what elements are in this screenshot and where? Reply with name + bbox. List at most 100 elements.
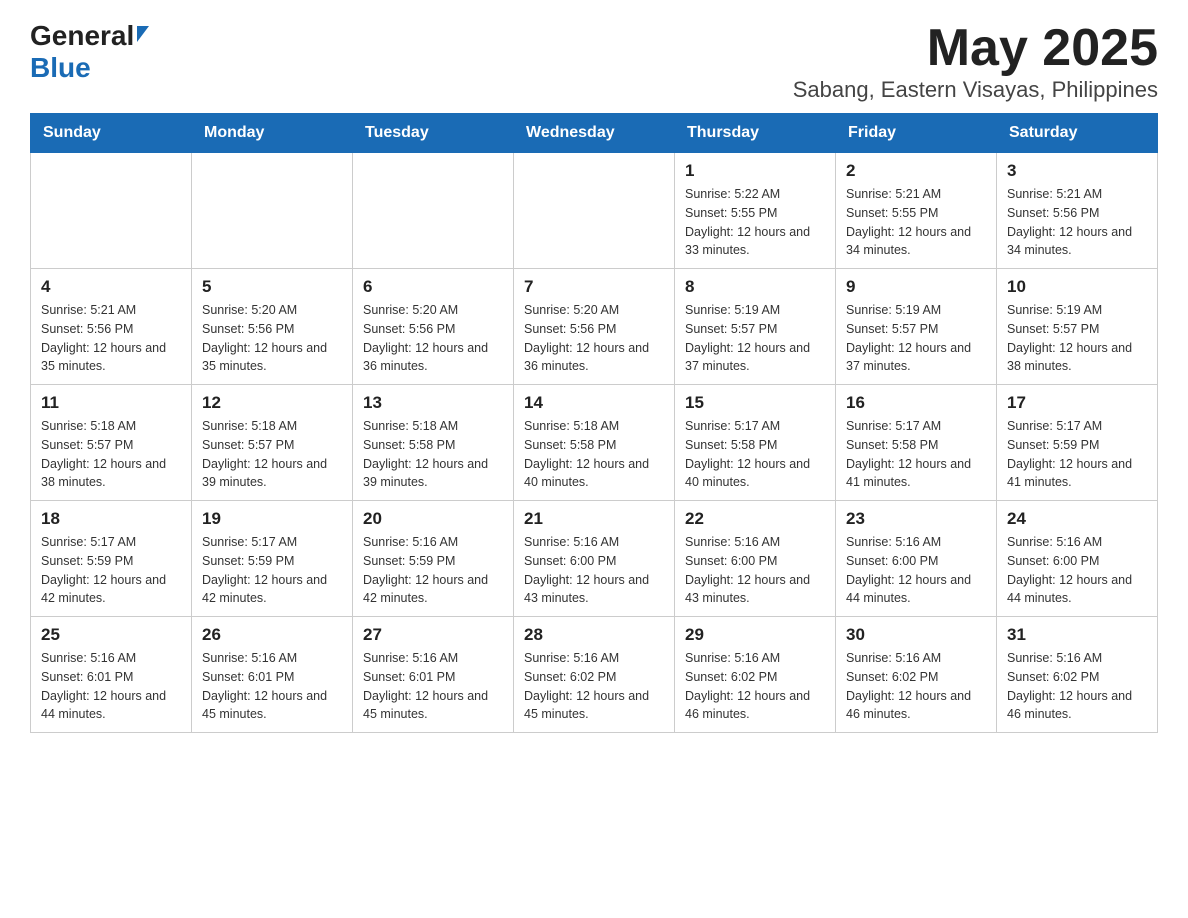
cell-day-number: 20	[363, 509, 503, 529]
cell-day-number: 2	[846, 161, 986, 181]
cell-sun-info: Sunrise: 5:21 AMSunset: 5:55 PMDaylight:…	[846, 185, 986, 260]
cell-day-number: 11	[41, 393, 181, 413]
table-row: 23 Sunrise: 5:16 AMSunset: 6:00 PMDayligh…	[836, 501, 997, 617]
cell-sun-info: Sunrise: 5:17 AMSunset: 5:58 PMDaylight:…	[846, 417, 986, 492]
logo-triangle-icon	[137, 26, 149, 42]
cell-day-number: 31	[1007, 625, 1147, 645]
cell-sun-info: Sunrise: 5:18 AMSunset: 5:57 PMDaylight:…	[202, 417, 342, 492]
table-row	[31, 153, 192, 269]
col-wednesday: Wednesday	[514, 114, 675, 153]
cell-sun-info: Sunrise: 5:16 AMSunset: 6:01 PMDaylight:…	[41, 649, 181, 724]
cell-sun-info: Sunrise: 5:16 AMSunset: 6:02 PMDaylight:…	[524, 649, 664, 724]
cell-sun-info: Sunrise: 5:20 AMSunset: 5:56 PMDaylight:…	[524, 301, 664, 376]
cell-day-number: 16	[846, 393, 986, 413]
cell-sun-info: Sunrise: 5:16 AMSunset: 6:00 PMDaylight:…	[685, 533, 825, 608]
table-row: 8 Sunrise: 5:19 AMSunset: 5:57 PMDaylight…	[675, 269, 836, 385]
calendar-week-row: 18 Sunrise: 5:17 AMSunset: 5:59 PMDayligh…	[31, 501, 1158, 617]
cell-day-number: 30	[846, 625, 986, 645]
page-header: General Blue May 2025 Sabang, Eastern Vi…	[30, 20, 1158, 103]
cell-day-number: 18	[41, 509, 181, 529]
cell-sun-info: Sunrise: 5:16 AMSunset: 6:00 PMDaylight:…	[846, 533, 986, 608]
cell-sun-info: Sunrise: 5:16 AMSunset: 6:02 PMDaylight:…	[685, 649, 825, 724]
table-row: 3 Sunrise: 5:21 AMSunset: 5:56 PMDaylight…	[997, 153, 1158, 269]
table-row: 13 Sunrise: 5:18 AMSunset: 5:58 PMDayligh…	[353, 385, 514, 501]
cell-sun-info: Sunrise: 5:17 AMSunset: 5:59 PMDaylight:…	[41, 533, 181, 608]
table-row: 21 Sunrise: 5:16 AMSunset: 6:00 PMDayligh…	[514, 501, 675, 617]
table-row: 18 Sunrise: 5:17 AMSunset: 5:59 PMDayligh…	[31, 501, 192, 617]
calendar-week-row: 4 Sunrise: 5:21 AMSunset: 5:56 PMDaylight…	[31, 269, 1158, 385]
cell-day-number: 1	[685, 161, 825, 181]
logo: General Blue	[30, 20, 149, 84]
cell-day-number: 29	[685, 625, 825, 645]
cell-day-number: 9	[846, 277, 986, 297]
cell-day-number: 24	[1007, 509, 1147, 529]
table-row	[514, 153, 675, 269]
cell-sun-info: Sunrise: 5:16 AMSunset: 6:02 PMDaylight:…	[846, 649, 986, 724]
table-row: 30 Sunrise: 5:16 AMSunset: 6:02 PMDayligh…	[836, 617, 997, 733]
cell-sun-info: Sunrise: 5:16 AMSunset: 6:02 PMDaylight:…	[1007, 649, 1147, 724]
calendar-week-row: 11 Sunrise: 5:18 AMSunset: 5:57 PMDayligh…	[31, 385, 1158, 501]
cell-day-number: 12	[202, 393, 342, 413]
logo-general: General	[30, 20, 134, 52]
cell-day-number: 13	[363, 393, 503, 413]
cell-day-number: 17	[1007, 393, 1147, 413]
cell-sun-info: Sunrise: 5:20 AMSunset: 5:56 PMDaylight:…	[202, 301, 342, 376]
table-row: 2 Sunrise: 5:21 AMSunset: 5:55 PMDaylight…	[836, 153, 997, 269]
col-tuesday: Tuesday	[353, 114, 514, 153]
cell-sun-info: Sunrise: 5:19 AMSunset: 5:57 PMDaylight:…	[685, 301, 825, 376]
col-monday: Monday	[192, 114, 353, 153]
table-row: 29 Sunrise: 5:16 AMSunset: 6:02 PMDayligh…	[675, 617, 836, 733]
table-row: 12 Sunrise: 5:18 AMSunset: 5:57 PMDayligh…	[192, 385, 353, 501]
cell-day-number: 21	[524, 509, 664, 529]
cell-day-number: 10	[1007, 277, 1147, 297]
calendar-week-row: 25 Sunrise: 5:16 AMSunset: 6:01 PMDayligh…	[31, 617, 1158, 733]
table-row: 9 Sunrise: 5:19 AMSunset: 5:57 PMDaylight…	[836, 269, 997, 385]
table-row: 1 Sunrise: 5:22 AMSunset: 5:55 PMDaylight…	[675, 153, 836, 269]
cell-sun-info: Sunrise: 5:16 AMSunset: 6:01 PMDaylight:…	[202, 649, 342, 724]
cell-sun-info: Sunrise: 5:17 AMSunset: 5:59 PMDaylight:…	[202, 533, 342, 608]
cell-sun-info: Sunrise: 5:16 AMSunset: 6:01 PMDaylight:…	[363, 649, 503, 724]
calendar-title: May 2025	[793, 20, 1158, 77]
cell-day-number: 3	[1007, 161, 1147, 181]
calendar-table: Sunday Monday Tuesday Wednesday Thursday…	[30, 113, 1158, 733]
cell-sun-info: Sunrise: 5:18 AMSunset: 5:58 PMDaylight:…	[524, 417, 664, 492]
table-row: 4 Sunrise: 5:21 AMSunset: 5:56 PMDaylight…	[31, 269, 192, 385]
cell-sun-info: Sunrise: 5:17 AMSunset: 5:58 PMDaylight:…	[685, 417, 825, 492]
table-row: 11Sunrise: 5:18 AMSunset: 5:57 PMDayligh…	[31, 385, 192, 501]
cell-sun-info: Sunrise: 5:21 AMSunset: 5:56 PMDaylight:…	[41, 301, 181, 376]
cell-sun-info: Sunrise: 5:20 AMSunset: 5:56 PMDaylight:…	[363, 301, 503, 376]
table-row: 27Sunrise: 5:16 AMSunset: 6:01 PMDayligh…	[353, 617, 514, 733]
table-row: 25 Sunrise: 5:16 AMSunset: 6:01 PMDayligh…	[31, 617, 192, 733]
table-row: 14 Sunrise: 5:18 AMSunset: 5:58 PMDayligh…	[514, 385, 675, 501]
table-row: 28 Sunrise: 5:16 AMSunset: 6:02 PMDayligh…	[514, 617, 675, 733]
cell-sun-info: Sunrise: 5:19 AMSunset: 5:57 PMDaylight:…	[1007, 301, 1147, 376]
cell-day-number: 19	[202, 509, 342, 529]
cell-day-number: 4	[41, 277, 181, 297]
cell-sun-info: Sunrise: 5:19 AMSunset: 5:57 PMDaylight:…	[846, 301, 986, 376]
logo-blue: Blue	[30, 52, 91, 83]
table-row: 7Sunrise: 5:20 AMSunset: 5:56 PMDaylight…	[514, 269, 675, 385]
cell-day-number: 25	[41, 625, 181, 645]
calendar-week-row: 1 Sunrise: 5:22 AMSunset: 5:55 PMDaylight…	[31, 153, 1158, 269]
cell-day-number: 14	[524, 393, 664, 413]
cell-day-number: 28	[524, 625, 664, 645]
table-row: 16 Sunrise: 5:17 AMSunset: 5:58 PMDayligh…	[836, 385, 997, 501]
cell-sun-info: Sunrise: 5:22 AMSunset: 5:55 PMDaylight:…	[685, 185, 825, 260]
cell-day-number: 23	[846, 509, 986, 529]
cell-day-number: 5	[202, 277, 342, 297]
cell-sun-info: Sunrise: 5:16 AMSunset: 6:00 PMDaylight:…	[1007, 533, 1147, 608]
cell-sun-info: Sunrise: 5:18 AMSunset: 5:58 PMDaylight:…	[363, 417, 503, 492]
table-row: 19 Sunrise: 5:17 AMSunset: 5:59 PMDayligh…	[192, 501, 353, 617]
cell-sun-info: Sunrise: 5:16 AMSunset: 5:59 PMDaylight:…	[363, 533, 503, 608]
cell-sun-info: Sunrise: 5:16 AMSunset: 6:00 PMDaylight:…	[524, 533, 664, 608]
cell-day-number: 8	[685, 277, 825, 297]
table-row: 5 Sunrise: 5:20 AMSunset: 5:56 PMDaylight…	[192, 269, 353, 385]
table-row: 6Sunrise: 5:20 AMSunset: 5:56 PMDaylight…	[353, 269, 514, 385]
table-row: 31 Sunrise: 5:16 AMSunset: 6:02 PMDayligh…	[997, 617, 1158, 733]
table-row: 26Sunrise: 5:16 AMSunset: 6:01 PMDayligh…	[192, 617, 353, 733]
cell-sun-info: Sunrise: 5:21 AMSunset: 5:56 PMDaylight:…	[1007, 185, 1147, 260]
calendar-header-row: Sunday Monday Tuesday Wednesday Thursday…	[31, 114, 1158, 153]
table-row: 17 Sunrise: 5:17 AMSunset: 5:59 PMDayligh…	[997, 385, 1158, 501]
col-thursday: Thursday	[675, 114, 836, 153]
cell-sun-info: Sunrise: 5:17 AMSunset: 5:59 PMDaylight:…	[1007, 417, 1147, 492]
